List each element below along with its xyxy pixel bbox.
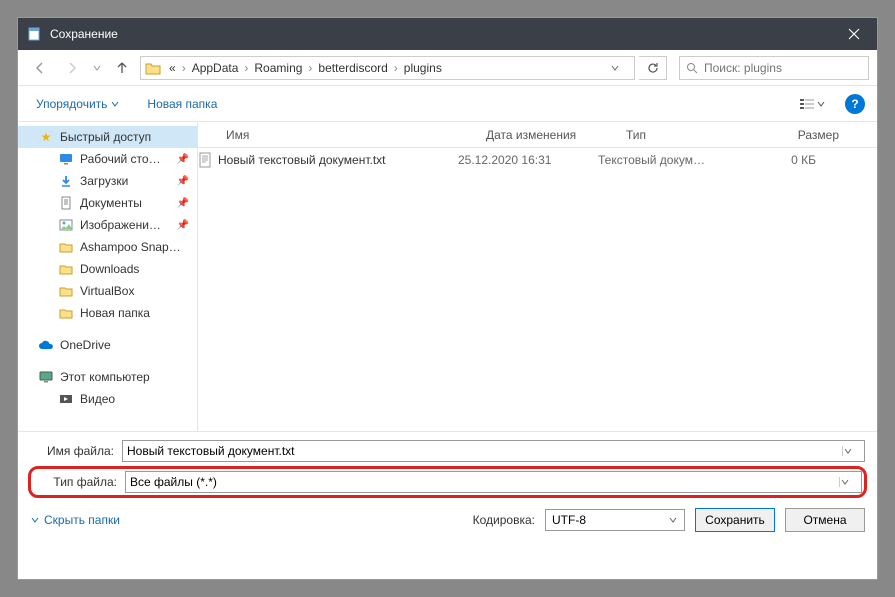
col-type[interactable]: Тип (618, 128, 758, 142)
chevron-right-icon[interactable]: › (392, 61, 400, 75)
sidebar-virtualbox[interactable]: VirtualBox (18, 280, 197, 302)
pictures-icon (58, 217, 74, 233)
col-name[interactable]: Имя (218, 128, 478, 142)
file-size: 0 КБ (738, 153, 828, 167)
breadcrumb-item[interactable]: plugins (400, 57, 446, 79)
chevron-right-icon[interactable]: › (306, 61, 314, 75)
highlight-annotation: Тип файла: Все файлы (*.*) (28, 466, 867, 498)
download-icon (58, 173, 74, 189)
column-headers: Имя Дата изменения Тип Размер (198, 122, 877, 148)
save-dialog: Сохранение « › AppData › Roaming › bet (17, 17, 878, 580)
sidebar-pictures[interactable]: Изображени… 📌 (18, 214, 197, 236)
encoding-value: UTF-8 (552, 513, 586, 527)
search-box[interactable] (679, 56, 869, 80)
toolbar: Упорядочить Новая папка ? (18, 86, 877, 122)
breadcrumb-item[interactable]: Roaming (250, 57, 306, 79)
breadcrumb-item[interactable]: betterdiscord (314, 57, 391, 79)
star-icon: ★ (38, 129, 54, 145)
recent-dropdown[interactable] (90, 54, 104, 82)
chevron-down-icon[interactable] (842, 446, 860, 456)
hide-folders-button[interactable]: Скрыть папки (30, 513, 120, 527)
folder-icon (58, 261, 74, 277)
sidebar-ashampoo[interactable]: Ashampoo Snap… (18, 236, 197, 258)
bottom-panel: Имя файла: Тип файла: Все файлы (*.*) (18, 432, 877, 498)
sidebar-downloads-en[interactable]: Downloads (18, 258, 197, 280)
refresh-button[interactable] (639, 56, 667, 80)
pc-icon (38, 369, 54, 385)
pin-icon: 📌 (177, 176, 189, 187)
filetype-label: Тип файла: (33, 475, 125, 489)
file-name: Новый текстовый документ.txt (218, 153, 458, 167)
folder-icon (143, 58, 163, 78)
cancel-button[interactable]: Отмена (785, 508, 865, 532)
notepad-icon (26, 26, 42, 42)
filetype-field[interactable]: Все файлы (*.*) (125, 471, 862, 493)
sidebar: ★ Быстрый доступ Рабочий сто… 📌 Загрузки… (18, 122, 198, 431)
breadcrumb-prefix[interactable]: « (165, 57, 180, 79)
text-file-icon (198, 152, 218, 168)
footer: Скрыть папки Кодировка: UTF-8 Сохранить … (18, 496, 877, 544)
organize-button[interactable]: Упорядочить (30, 93, 125, 115)
view-button[interactable] (795, 95, 829, 113)
save-button[interactable]: Сохранить (695, 508, 775, 532)
body: ★ Быстрый доступ Рабочий сто… 📌 Загрузки… (18, 122, 877, 432)
breadcrumb-item[interactable]: AppData (188, 57, 243, 79)
search-input[interactable] (704, 61, 862, 75)
filename-row: Имя файла: (30, 440, 865, 462)
cloud-icon (38, 337, 54, 353)
chevron-down-icon[interactable] (668, 515, 678, 525)
sidebar-onedrive[interactable]: OneDrive (18, 334, 197, 356)
chevron-down-icon (817, 100, 825, 108)
help-button[interactable]: ? (845, 94, 865, 114)
sidebar-quick-access[interactable]: ★ Быстрый доступ (18, 126, 197, 148)
pin-icon: 📌 (177, 220, 189, 231)
nav-bar: « › AppData › Roaming › betterdiscord › … (18, 50, 877, 86)
chevron-right-icon[interactable]: › (180, 61, 188, 75)
video-icon (58, 391, 74, 407)
document-icon (58, 195, 74, 211)
sidebar-new-folder[interactable]: Новая папка (18, 302, 197, 324)
chevron-right-icon[interactable]: › (242, 61, 250, 75)
filename-input[interactable] (127, 444, 842, 458)
sidebar-downloads[interactable]: Загрузки 📌 (18, 170, 197, 192)
sidebar-video[interactable]: Видео (18, 388, 197, 410)
sidebar-desktop[interactable]: Рабочий сто… 📌 (18, 148, 197, 170)
file-row[interactable]: Новый текстовый документ.txt 25.12.2020 … (198, 148, 877, 172)
filetype-row: Тип файла: Все файлы (*.*) (33, 471, 862, 493)
address-bar[interactable]: « › AppData › Roaming › betterdiscord › … (140, 56, 635, 80)
pin-icon: 📌 (177, 154, 189, 165)
desktop-icon (58, 151, 74, 167)
filetype-value: Все файлы (*.*) (130, 475, 839, 489)
address-dropdown[interactable] (610, 63, 634, 73)
file-date: 25.12.2020 16:31 (458, 153, 598, 167)
sidebar-documents[interactable]: Документы 📌 (18, 192, 197, 214)
new-folder-button[interactable]: Новая папка (141, 93, 223, 115)
back-button[interactable] (26, 54, 54, 82)
up-button[interactable] (108, 54, 136, 82)
chevron-down-icon (30, 515, 40, 525)
window-title: Сохранение (50, 27, 831, 41)
chevron-down-icon (111, 100, 119, 108)
search-icon (686, 62, 698, 74)
folder-icon (58, 239, 74, 255)
chevron-down-icon[interactable] (839, 477, 857, 487)
file-type: Текстовый докум… (598, 153, 738, 167)
col-date[interactable]: Дата изменения (478, 128, 618, 142)
encoding-select[interactable]: UTF-8 (545, 509, 685, 531)
sidebar-this-pc[interactable]: Этот компьютер (18, 366, 197, 388)
filename-field[interactable] (122, 440, 865, 462)
file-area: Имя Дата изменения Тип Размер Новый текс… (198, 122, 877, 431)
filename-label: Имя файла: (30, 444, 122, 458)
pin-icon: 📌 (177, 198, 189, 209)
close-button[interactable] (831, 18, 877, 50)
col-size[interactable]: Размер (758, 128, 848, 142)
titlebar: Сохранение (18, 18, 877, 50)
encoding-label: Кодировка: (473, 513, 535, 527)
folder-icon (58, 283, 74, 299)
folder-icon (58, 305, 74, 321)
forward-button[interactable] (58, 54, 86, 82)
